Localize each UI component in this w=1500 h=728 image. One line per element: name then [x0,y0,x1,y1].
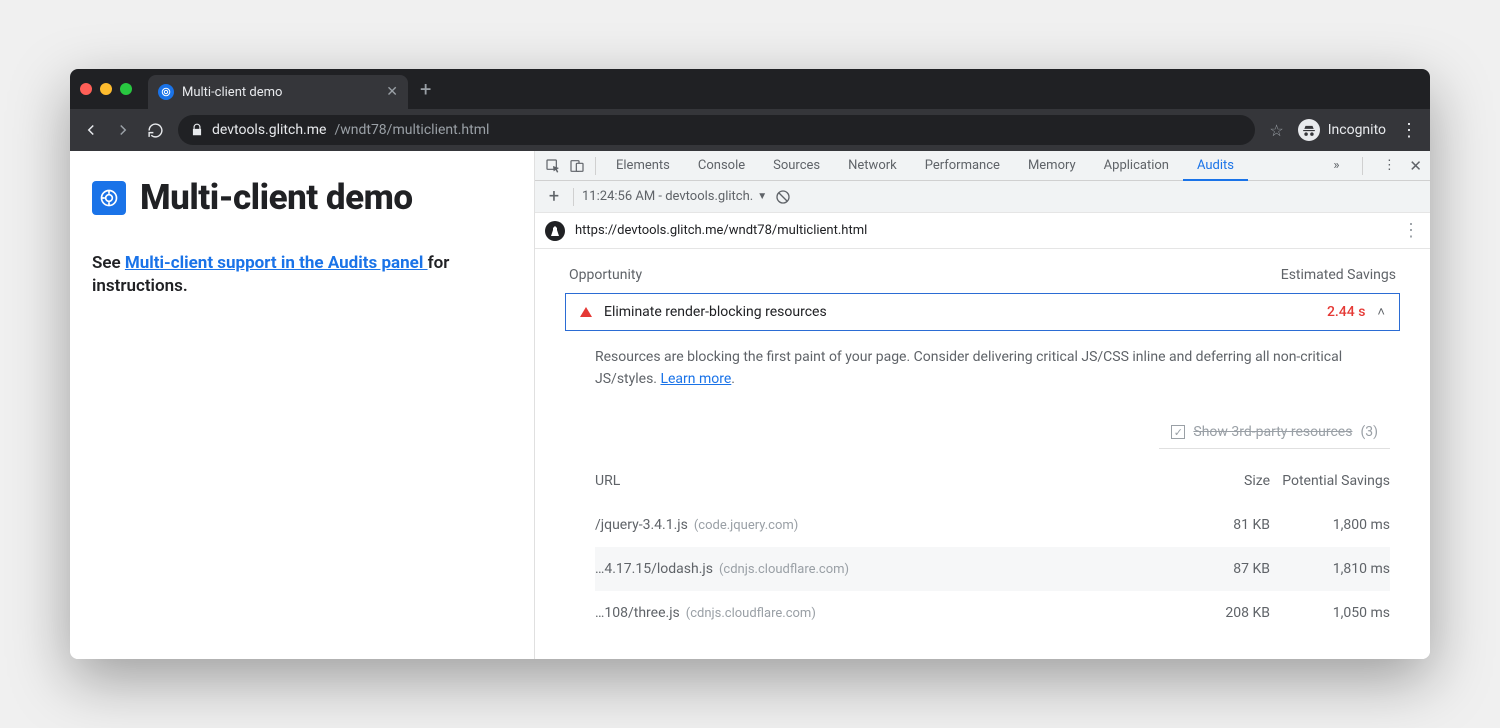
caret-down-icon: ▼ [757,191,767,202]
new-tab-button[interactable]: + [420,79,431,99]
resource-savings: 1,800 ms [1270,517,1390,533]
resource-size: 87 KB [1150,561,1270,577]
page-intro-link[interactable]: Multi-client support in the Audits panel [125,253,428,273]
rendered-page: Multi-client demo See Multi-client suppo… [70,151,535,659]
close-tab-button[interactable]: ✕ [386,84,398,100]
third-party-label: Show 3rd-party resources [1193,424,1352,440]
opportunity-label: Opportunity [569,267,642,283]
devtools-menu-icon[interactable]: ⋮ [1377,158,1401,173]
devtools-tab-network[interactable]: Network [834,151,911,181]
table-row[interactable]: …108/three.js (cdnjs.cloudflare.com) 208 … [595,591,1390,635]
browser-menu-button[interactable]: ⋮ [1400,120,1418,141]
content-split: Multi-client demo See Multi-client suppo… [70,151,1430,659]
incognito-label: Incognito [1328,122,1386,138]
devtools-close-button[interactable]: ✕ [1409,157,1422,175]
window-minimize-button[interactable] [100,83,112,95]
table-row[interactable]: …4.17.15/lodash.js (cdnjs.cloudflare.com… [595,547,1390,591]
url-path: /wndt78/multiclient.html [334,122,489,138]
page-heading: Multi-client demo [140,177,413,218]
clear-audit-button[interactable] [775,189,791,205]
browser-toolbar: devtools.glitch.me/wndt78/multiclient.ht… [70,109,1430,151]
chevron-up-icon: ˄ [1377,304,1385,320]
audit-body: Opportunity Estimated Savings Eliminate … [535,249,1430,659]
col-url: URL [595,473,1150,489]
bookmark-button[interactable]: ☆ [1269,121,1283,140]
window-controls [80,83,132,95]
third-party-toggle[interactable]: ✓ Show 3rd-party resources (3) [1159,416,1390,449]
third-party-count: (3) [1360,424,1378,440]
lock-icon [190,123,204,137]
tab-strip: Multi-client demo ✕ + [70,69,1430,109]
devtools-tab-audits[interactable]: Audits [1183,151,1248,181]
device-toolbar-icon[interactable] [565,158,589,174]
nav-forward-button[interactable] [114,121,132,139]
resource-savings: 1,050 ms [1270,605,1390,621]
tab-title: Multi-client demo [182,85,378,100]
url-host: devtools.glitch.me [212,122,326,138]
devtools-tab-elements[interactable]: Elements [602,151,684,181]
audit-url-more-button[interactable]: ⋮ [1402,220,1420,241]
incognito-badge[interactable]: Incognito [1298,119,1386,141]
table-row[interactable]: /jquery-3.4.1.js (code.jquery.com) 81 KB1… [595,503,1390,547]
opportunity-savings: 2.44 s [1327,304,1365,320]
nav-reload-button[interactable] [146,121,164,139]
incognito-icon [1298,119,1320,141]
resource-table: URL Size Potential Savings /jquery-3.4.1… [535,449,1430,635]
checkbox-icon[interactable]: ✓ [1171,425,1185,439]
more-tabs-icon[interactable]: » [1324,158,1348,173]
audit-report-selector[interactable]: 11:24:56 AM - devtools.glitch. ▼ [582,189,767,204]
devtools-tab-console[interactable]: Console [684,151,759,181]
opportunity-row[interactable]: Eliminate render-blocking resources 2.44… [565,293,1400,331]
inspect-element-icon[interactable] [541,158,565,174]
resource-host: (cdnjs.cloudflare.com) [719,562,849,577]
learn-more-link[interactable]: Learn more [660,371,731,387]
devtools-tab-performance[interactable]: Performance [911,151,1014,181]
resource-path: …4.17.15/lodash.js [595,561,713,577]
savings-label: Estimated Savings [1281,267,1396,283]
nav-back-button[interactable] [82,121,100,139]
page-logo-icon [92,181,126,215]
col-size: Size [1150,473,1270,489]
audit-url-row: https://devtools.glitch.me/wndt78/multic… [535,213,1430,249]
opportunities-header: Opportunity Estimated Savings [535,249,1430,293]
table-header: URL Size Potential Savings [595,459,1390,503]
resource-path: /jquery-3.4.1.js [595,517,688,533]
audits-toolbar: + 11:24:56 AM - devtools.glitch. ▼ [535,181,1430,213]
tab-favicon [158,84,174,100]
address-bar[interactable]: devtools.glitch.me/wndt78/multiclient.ht… [178,115,1255,145]
resource-host: (code.jquery.com) [694,518,798,533]
audit-url-text: https://devtools.glitch.me/wndt78/multic… [575,223,867,238]
browser-tab[interactable]: Multi-client demo ✕ [148,75,408,109]
resource-path: …108/three.js [595,605,680,621]
opportunity-description: Resources are blocking the first paint o… [535,331,1430,400]
window-zoom-button[interactable] [120,83,132,95]
resource-size: 208 KB [1150,605,1270,621]
page-intro: See Multi-client support in the Audits p… [92,252,512,298]
resource-size: 81 KB [1150,517,1270,533]
devtools-tabstrip: ElementsConsoleSourcesNetworkPerformance… [535,151,1430,181]
devtools-panel: ElementsConsoleSourcesNetworkPerformance… [535,151,1430,659]
col-savings: Potential Savings [1270,473,1390,489]
resource-savings: 1,810 ms [1270,561,1390,577]
lighthouse-icon [545,221,565,241]
resource-host: (cdnjs.cloudflare.com) [686,606,816,621]
devtools-tab-application[interactable]: Application [1090,151,1183,181]
browser-window: Multi-client demo ✕ + devtools.glitch.me… [70,69,1430,659]
devtools-tab-sources[interactable]: Sources [759,151,834,181]
new-audit-button[interactable]: + [543,186,565,207]
warning-triangle-icon [580,307,592,317]
devtools-tab-memory[interactable]: Memory [1014,151,1090,181]
opportunity-title: Eliminate render-blocking resources [604,304,827,320]
window-close-button[interactable] [80,83,92,95]
